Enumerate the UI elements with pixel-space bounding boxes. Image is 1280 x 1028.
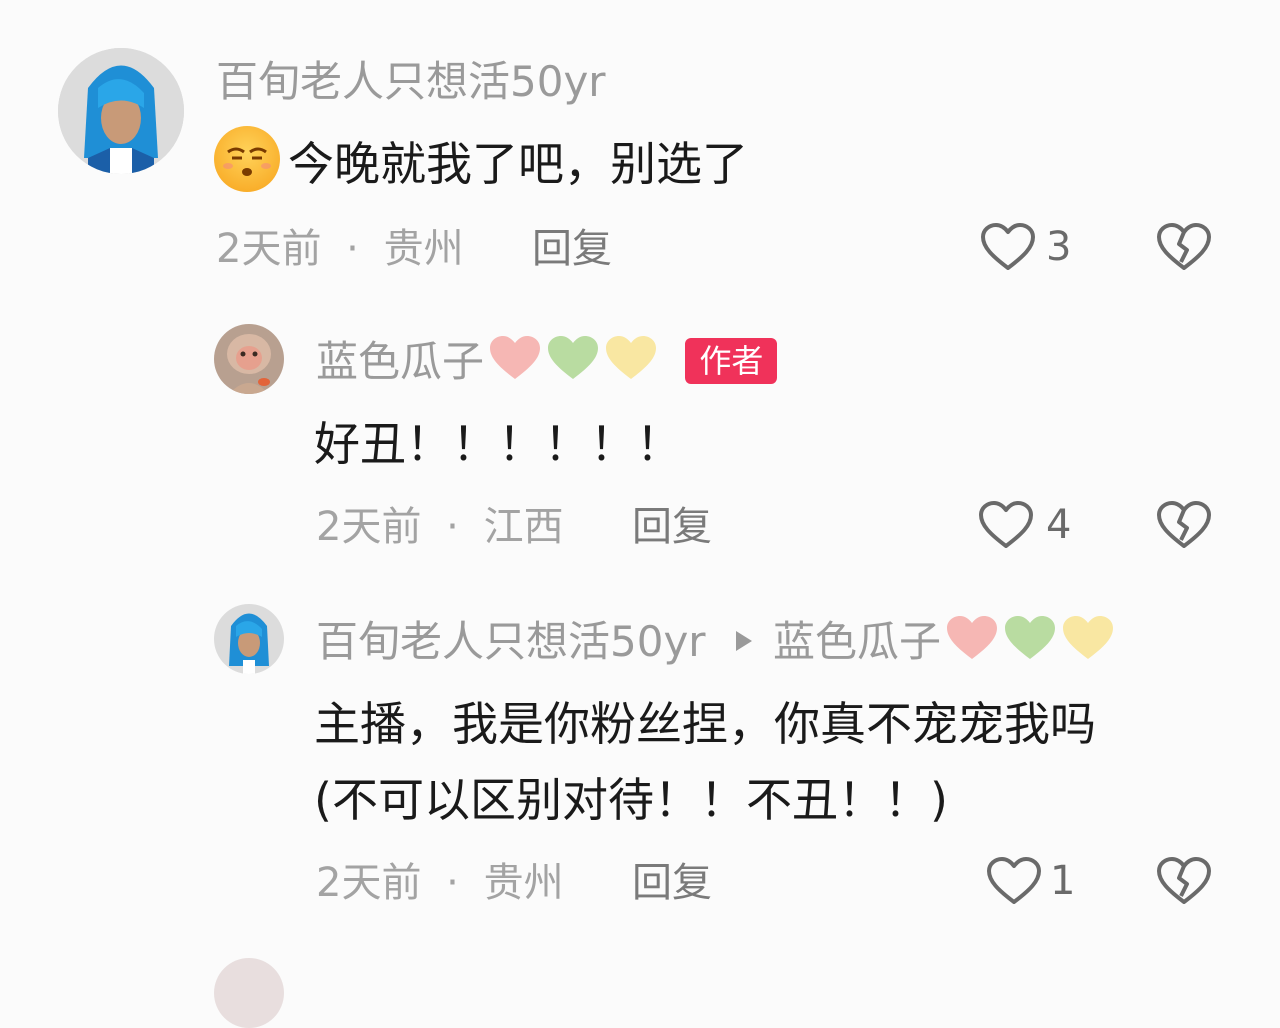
like-button[interactable]: 3 bbox=[980, 222, 1080, 272]
comment-username-row: 百旬老人只想活50yr 蓝色瓜子 bbox=[316, 614, 1115, 668]
reply-button[interactable]: 回复 bbox=[532, 224, 612, 274]
comment-meta: 2天前 · 贵州 bbox=[316, 858, 564, 908]
avatar[interactable] bbox=[214, 324, 284, 394]
green-heart-icon bbox=[1004, 616, 1055, 659]
comment-time: 2天前 bbox=[316, 504, 422, 550]
like-button[interactable]: 1 bbox=[986, 856, 1078, 906]
heart-outline-icon bbox=[987, 857, 1041, 904]
comment-text: 今晚就我了吧，别选了 bbox=[214, 126, 748, 200]
comment-time: 2天前 bbox=[216, 226, 322, 272]
comment-time: 2天前 bbox=[316, 860, 422, 906]
comment-text-line: (不可以区别对待！！不丑！！) bbox=[314, 773, 948, 827]
comment-username[interactable]: 蓝色瓜子 bbox=[316, 337, 484, 386]
comment-body: 今晚就我了吧，别选了 bbox=[288, 137, 748, 191]
green-heart-icon bbox=[548, 336, 599, 379]
reply-button[interactable]: 回复 bbox=[632, 502, 712, 552]
like-count: 1 bbox=[1050, 858, 1076, 904]
like-count: 4 bbox=[1046, 502, 1072, 548]
reply-button[interactable]: 回复 bbox=[632, 858, 712, 908]
avatar[interactable] bbox=[58, 48, 184, 174]
avatar[interactable] bbox=[214, 958, 284, 1028]
separator: · bbox=[346, 226, 359, 272]
comment-username-row: 蓝色瓜子 作者 bbox=[316, 334, 778, 388]
dislike-button[interactable] bbox=[1156, 222, 1212, 272]
avatar[interactable] bbox=[214, 604, 284, 674]
pink-heart-icon bbox=[946, 616, 997, 659]
dislike-button[interactable] bbox=[1156, 856, 1212, 906]
author-badge: 作者 bbox=[685, 338, 778, 384]
comment-meta: 2天前 · 贵州 bbox=[216, 224, 464, 274]
separator: · bbox=[446, 504, 459, 550]
heart-outline-icon bbox=[981, 223, 1035, 270]
comment-location: 贵州 bbox=[483, 860, 564, 906]
dislike-button[interactable] bbox=[1156, 500, 1212, 550]
heart-outline-icon bbox=[979, 501, 1033, 548]
relieved-face-icon bbox=[214, 126, 280, 192]
broken-heart-icon bbox=[1157, 223, 1211, 270]
comment-username[interactable]: 百旬老人只想活50yr bbox=[316, 617, 706, 666]
pink-heart-icon bbox=[490, 336, 541, 379]
comment-text-line: 主播，我是你粉丝捏，你真不宠宠我吗 bbox=[314, 697, 1096, 751]
like-button[interactable]: 4 bbox=[978, 500, 1078, 550]
separator: · bbox=[446, 860, 459, 906]
yellow-heart-icon bbox=[606, 336, 657, 379]
yellow-heart-icon bbox=[1062, 616, 1113, 659]
comment-username[interactable]: 百旬老人只想活50yr bbox=[216, 56, 606, 108]
broken-heart-icon bbox=[1157, 501, 1211, 548]
broken-heart-icon bbox=[1157, 857, 1211, 904]
reply-to-username[interactable]: 蓝色瓜子 bbox=[773, 617, 941, 666]
comment-location: 江西 bbox=[483, 504, 564, 550]
comment-location: 贵州 bbox=[383, 226, 464, 272]
play-arrow-icon bbox=[735, 631, 752, 651]
comment-meta: 2天前 · 江西 bbox=[316, 502, 564, 552]
comment-text: 好丑！！！！！！ bbox=[314, 417, 682, 471]
like-count: 3 bbox=[1046, 224, 1072, 270]
